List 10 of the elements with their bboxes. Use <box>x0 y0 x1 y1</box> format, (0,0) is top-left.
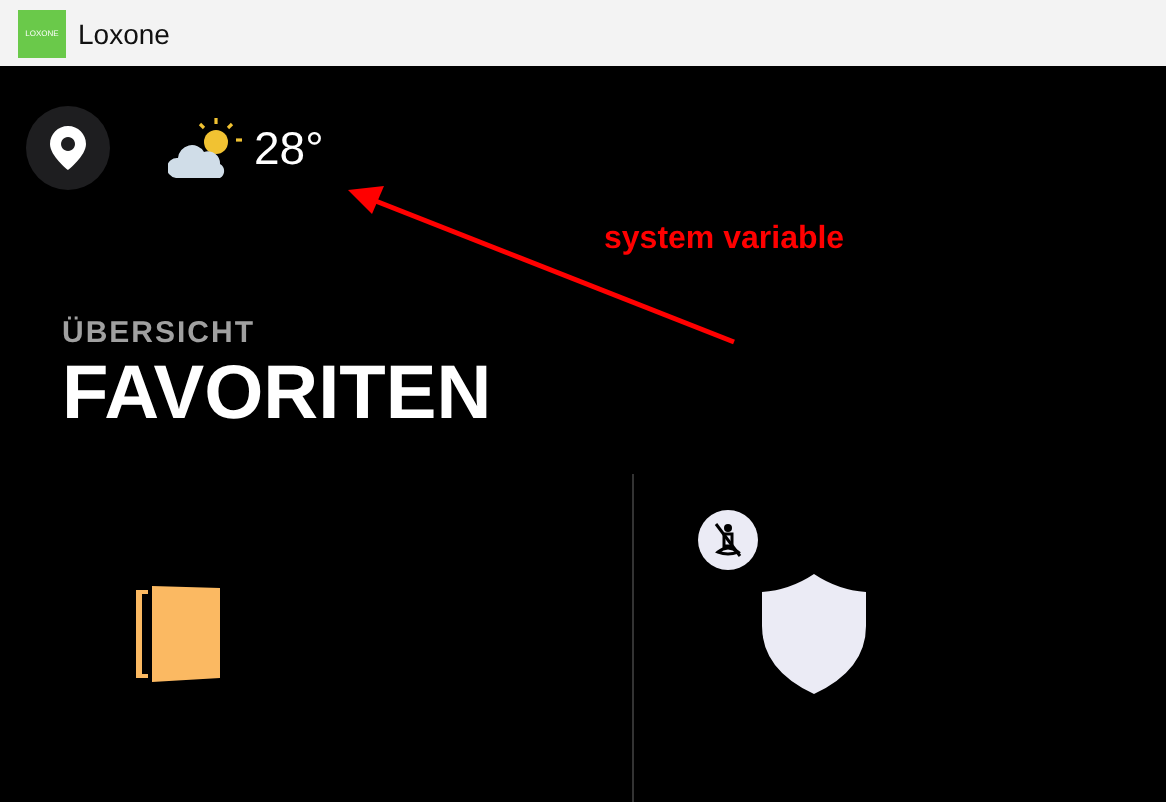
window-title: Loxone <box>78 17 170 49</box>
location-pin-icon <box>50 126 86 170</box>
partly-cloudy-icon <box>168 116 244 180</box>
section-subtitle: ÜBERSICHT <box>62 316 258 350</box>
temperature-value: 28° <box>254 121 324 175</box>
page-title: FAVORITEN <box>62 354 494 438</box>
annotation-text: system variable <box>604 222 845 258</box>
shield-icon[interactable] <box>762 573 866 694</box>
location-button[interactable] <box>26 106 110 190</box>
door-icon[interactable] <box>136 585 220 682</box>
